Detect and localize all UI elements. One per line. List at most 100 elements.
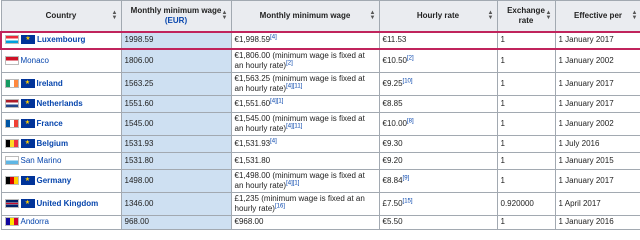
monthly-wage-text: £1,235 (minimum wage is fixed at an hour…	[234, 193, 365, 213]
monthly-eur-cell: 1998.59	[120, 30, 232, 50]
monthly-wage-text: €1,998.59	[234, 35, 271, 44]
exchange-rate-cell: 1	[496, 71, 556, 96]
table-row: ★ Netherlands 1551.60 €1,551.60[4][1] €8.85 1…	[0, 94, 640, 113]
country-flag-icon	[4, 198, 19, 208]
sort-arrows-icon[interactable]: ▲ ▼	[488, 10, 494, 21]
country-link[interactable]: United Kingdom	[37, 199, 99, 208]
footnote-link[interactable]: [4][11]	[286, 83, 302, 89]
country-flag-icon	[4, 138, 19, 148]
exchange-rate-cell: 1	[496, 48, 556, 73]
eu-flag-icon: ★	[20, 198, 35, 208]
country-link[interactable]: Belgium	[37, 139, 69, 148]
minimum-wage-table: Country ▲ ▼ Monthly minimum wage (EUR) ▲ ▼ Mo…	[0, 0, 640, 230]
exchange-rate-cell: 1	[496, 111, 556, 136]
sort-arrows-icon[interactable]: ▲ ▼	[370, 10, 376, 21]
hourly-rate-cell: €8.84[9]	[378, 168, 498, 193]
exchange-rate-cell: 1	[496, 168, 556, 193]
effective-date-cell: 1 January 2002	[554, 111, 640, 136]
footnote-link[interactable]: [10]	[403, 78, 413, 84]
effective-date-cell: 1 January 2017	[554, 71, 640, 96]
hourly-rate-text: €10.00	[382, 118, 407, 128]
hourly-rate-text: €8.84	[382, 175, 403, 185]
country-link[interactable]: Netherlands	[37, 99, 83, 108]
hourly-rate-text: €5.50	[382, 217, 403, 226]
footnote-link[interactable]: [16]	[275, 203, 285, 209]
monthly-eur-cell: 1545.00	[120, 111, 232, 136]
exchange-rate-cell: 1	[496, 151, 556, 170]
monthly-eur-cell: 1551.60	[120, 94, 232, 113]
monthly-wage-text: €968.00	[234, 217, 264, 226]
country-cell: San Marino	[0, 151, 122, 170]
hourly-rate-text: €8.85	[382, 98, 403, 108]
hourly-rate-text: €11.53	[382, 35, 407, 44]
monthly-eur-cell: 1806.00	[120, 48, 232, 73]
country-link[interactable]: Ireland	[37, 79, 63, 88]
country-cell: ★ United Kingdom	[0, 191, 122, 216]
monthly-eur-cell: 1531.93	[120, 134, 232, 153]
table-row: ★ Ireland 1563.25 €1,563.25 (minimum wage i…	[0, 71, 640, 96]
exchange-rate-cell: 0.920000	[496, 191, 556, 216]
country-cell: ★ Luxembourg	[0, 30, 122, 50]
effective-date-cell: 1 January 2017	[554, 168, 640, 193]
header-effective[interactable]: Effective per ▲ ▼	[554, 0, 640, 32]
footnote-link[interactable]: [4][1]	[286, 180, 299, 186]
sort-arrows-icon[interactable]: ▲ ▼	[222, 10, 228, 21]
footnote-link[interactable]: [2]	[407, 55, 414, 61]
hourly-rate-cell: €10.00[8]	[378, 111, 498, 136]
monthly-eur-cell: 1346.00	[120, 191, 232, 216]
effective-date-cell: 1 January 2016	[554, 214, 640, 230]
table-row: Andorra 968.00 €968.00 €5.50 1 1 January 2016	[0, 214, 640, 230]
country-flag-icon	[4, 217, 19, 227]
footnote-link[interactable]: [8]	[407, 118, 414, 124]
effective-date-cell: 1 January 2017	[554, 30, 640, 50]
footnote-link[interactable]: [4][1]	[270, 98, 283, 104]
footnote-link[interactable]: [4][11]	[286, 123, 302, 129]
table-row: San Marino 1531.80 €1,531.80 €9.20 1 1 Januar…	[0, 151, 640, 170]
monthly-wage-text: €1,806.00 (minimum wage is fixed at an h…	[234, 50, 365, 70]
effective-date-cell: 1 January 2002	[554, 48, 640, 73]
footnote-link[interactable]: [4]	[270, 138, 277, 144]
monthly-wage-cell: €1,531.93[4]	[230, 134, 380, 153]
country-cell: Andorra	[0, 214, 122, 230]
monthly-wage-text: €1,498.00 (minimum wage is fixed at an h…	[234, 170, 365, 190]
header-country[interactable]: Country ▲ ▼	[0, 0, 122, 32]
sort-arrows-icon[interactable]: ▲ ▼	[112, 10, 118, 21]
country-link[interactable]: France	[37, 119, 63, 128]
monthly-wage-cell: £1,235 (minimum wage is fixed at an hour…	[230, 191, 380, 216]
effective-date-cell: 1 April 2017	[554, 191, 640, 216]
sort-arrows-icon[interactable]: ▲ ▼	[632, 10, 638, 21]
header-monthly-eur[interactable]: Monthly minimum wage (EUR) ▲ ▼	[120, 0, 232, 32]
monthly-wage-cell: €968.00	[230, 214, 380, 230]
hourly-rate-text: €10.50	[382, 55, 407, 65]
hourly-rate-cell: €10.50[2]	[378, 48, 498, 73]
hourly-rate-cell: €9.20	[378, 151, 498, 170]
monthly-wage-text: €1,531.80	[234, 155, 271, 165]
exchange-rate-cell: 1	[496, 214, 556, 230]
monthly-wage-text: €1,551.60	[234, 98, 271, 108]
country-link[interactable]: Monaco	[21, 56, 49, 65]
country-flag-icon	[4, 98, 19, 108]
country-flag-icon	[4, 175, 19, 185]
country-link[interactable]: Andorra	[21, 217, 49, 226]
hourly-rate-cell: €9.25[10]	[378, 71, 498, 96]
hourly-rate-cell: €9.30	[378, 134, 498, 153]
table-row: ★ Luxembourg 1998.59 €1,998.59[4] €11.53 1 1 J…	[0, 30, 640, 50]
header-hourly[interactable]: Hourly rate ▲ ▼	[378, 0, 498, 32]
footnote-link[interactable]: [4]	[270, 34, 277, 40]
eu-flag-icon: ★	[20, 138, 35, 148]
country-link[interactable]: Germany	[37, 176, 72, 185]
country-link[interactable]: San Marino	[21, 156, 62, 165]
footnote-link[interactable]: [9]	[403, 175, 410, 181]
footnote-link[interactable]: [15]	[403, 198, 413, 204]
hourly-rate-text: €9.30	[382, 138, 403, 148]
header-monthly[interactable]: Monthly minimum wage ▲ ▼	[230, 0, 380, 32]
country-cell: Monaco	[0, 48, 122, 73]
country-link[interactable]: Luxembourg	[37, 35, 85, 44]
hourly-rate-text: €9.20	[382, 155, 403, 165]
monthly-wage-cell: €1,806.00 (minimum wage is fixed at an h…	[230, 48, 380, 73]
country-cell: ★ Germany	[0, 168, 122, 193]
effective-date-cell: 1 January 2015	[554, 151, 640, 170]
header-exchange[interactable]: Exchange rate ▲ ▼	[496, 0, 556, 32]
footnote-link[interactable]: [2]	[286, 60, 293, 66]
sort-arrows-icon[interactable]: ▲ ▼	[546, 10, 552, 21]
